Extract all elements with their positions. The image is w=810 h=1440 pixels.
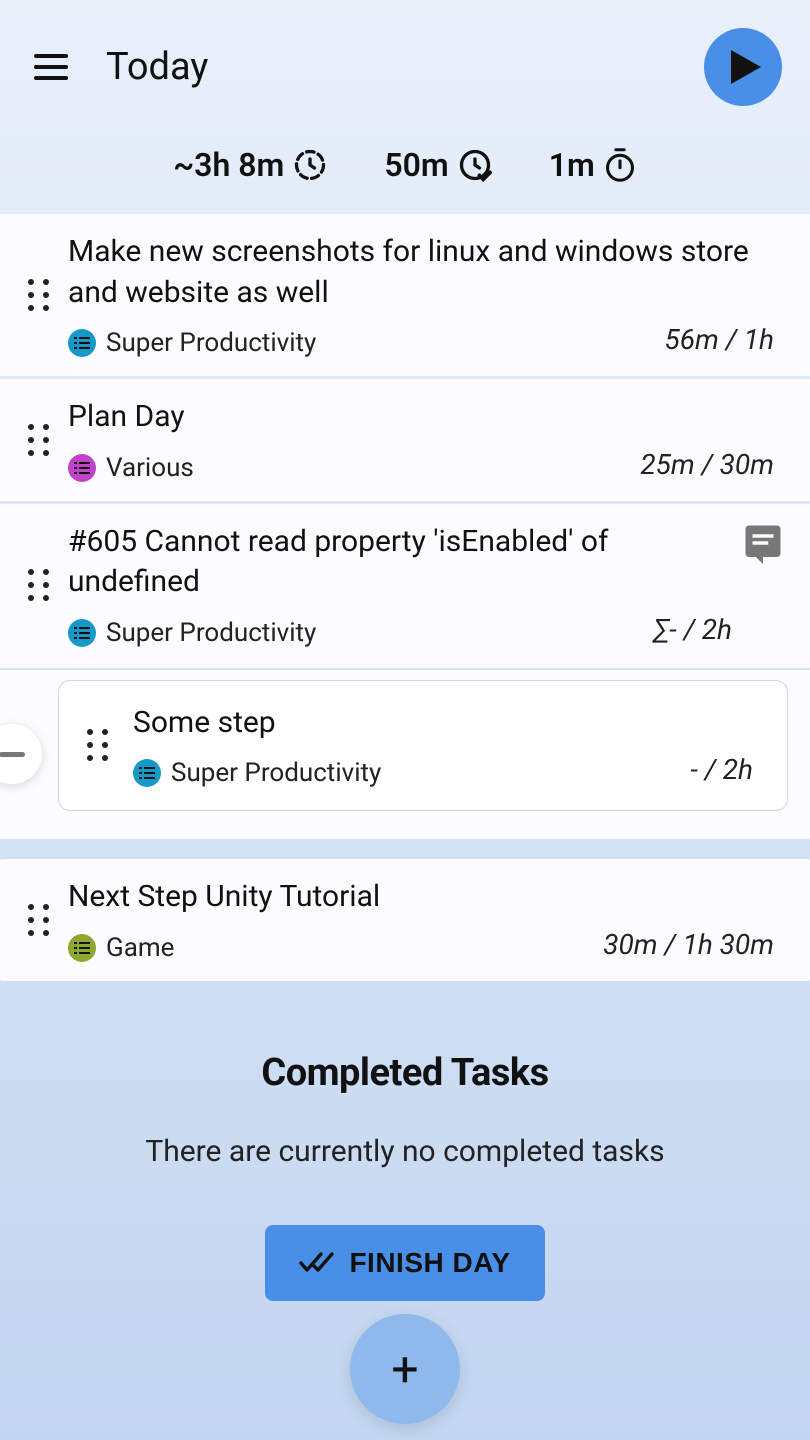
time-summary-row: ~3h 8m 50m 1m xyxy=(0,124,810,214)
task-time: 56m / 1h xyxy=(664,323,774,356)
task-title: Next Step Unity Tutorial xyxy=(68,877,774,918)
list-icon xyxy=(68,619,96,647)
clock-estimate-icon xyxy=(292,147,328,183)
completed-empty-message: There are currently no completed tasks xyxy=(125,1131,685,1173)
task-row[interactable]: #605 Cannot read property 'isEnabled' of… xyxy=(0,503,810,668)
drag-icon xyxy=(28,424,49,456)
double-check-icon xyxy=(299,1251,335,1275)
page-title: Today xyxy=(106,45,208,89)
task-row[interactable]: Next Step Unity Tutorial Game 30m / 1h 3… xyxy=(0,859,810,981)
project-name: Super Productivity xyxy=(106,328,316,358)
menu-button[interactable] xyxy=(34,45,78,89)
clock-done-icon xyxy=(457,147,493,183)
project-tag[interactable]: Game xyxy=(68,933,174,963)
subtask-time: - / 2h xyxy=(690,753,753,786)
drag-icon xyxy=(28,569,49,601)
spent-time-value: 50m xyxy=(384,146,448,184)
project-name: Super Productivity xyxy=(171,758,381,788)
project-tag[interactable]: Various xyxy=(68,453,194,483)
plus-icon: + xyxy=(391,1341,418,1398)
task-title: Plan Day xyxy=(68,397,774,438)
project-tag[interactable]: Super Productivity xyxy=(133,758,381,788)
task-title: #605 Cannot read property 'isEnabled' of… xyxy=(68,522,732,603)
drag-handle[interactable] xyxy=(73,703,121,789)
project-tag[interactable]: Super Productivity xyxy=(68,618,316,648)
project-name: Super Productivity xyxy=(106,618,316,648)
app-header: Today xyxy=(0,0,810,124)
estimated-time: ~3h 8m xyxy=(173,146,328,184)
completed-heading: Completed Tasks xyxy=(40,1051,770,1095)
subtask-row[interactable]: Some step Super Productivity - / 2h xyxy=(58,680,788,812)
project-name: Game xyxy=(106,933,174,963)
timer-time: 1m xyxy=(549,146,637,184)
list-icon xyxy=(133,759,161,787)
drag-icon xyxy=(28,279,49,311)
task-time: 30m / 1h 30m xyxy=(603,928,774,961)
project-name: Various xyxy=(106,453,194,483)
add-task-fab[interactable]: + xyxy=(350,1314,460,1424)
drag-icon xyxy=(28,904,49,936)
estimated-time-value: ~3h 8m xyxy=(173,146,284,184)
finish-day-label: FINISH DAY xyxy=(349,1247,510,1279)
stopwatch-icon xyxy=(603,147,637,183)
list-icon xyxy=(68,329,96,357)
play-icon xyxy=(731,50,761,84)
task-row[interactable]: Make new screenshots for linux and windo… xyxy=(0,214,810,376)
spent-time: 50m xyxy=(384,146,492,184)
task-title: Make new screenshots for linux and windo… xyxy=(68,232,774,313)
project-tag[interactable]: Super Productivity xyxy=(68,328,316,358)
task-list: Make new screenshots for linux and windo… xyxy=(0,214,810,981)
task-time: 25m / 30m xyxy=(640,448,774,481)
subtask-container: Some step Super Productivity - / 2h xyxy=(0,670,810,840)
drag-handle[interactable] xyxy=(14,397,62,483)
task-time: ∑- / 2h xyxy=(653,613,732,646)
completed-section: Completed Tasks There are currently no c… xyxy=(0,981,810,1301)
drag-icon xyxy=(87,729,108,761)
list-icon xyxy=(68,454,96,482)
play-button[interactable] xyxy=(704,28,782,106)
timer-time-value: 1m xyxy=(549,146,595,184)
note-icon[interactable] xyxy=(742,522,784,564)
list-icon xyxy=(68,934,96,962)
finish-day-button[interactable]: FINISH DAY xyxy=(265,1225,544,1301)
drag-handle[interactable] xyxy=(14,232,62,358)
collapse-subtasks-button[interactable] xyxy=(0,724,42,784)
subtask-title: Some step xyxy=(133,703,753,744)
task-row[interactable]: Plan Day Various 25m / 30m xyxy=(0,378,810,501)
drag-handle[interactable] xyxy=(14,877,62,963)
drag-handle[interactable] xyxy=(14,522,62,648)
